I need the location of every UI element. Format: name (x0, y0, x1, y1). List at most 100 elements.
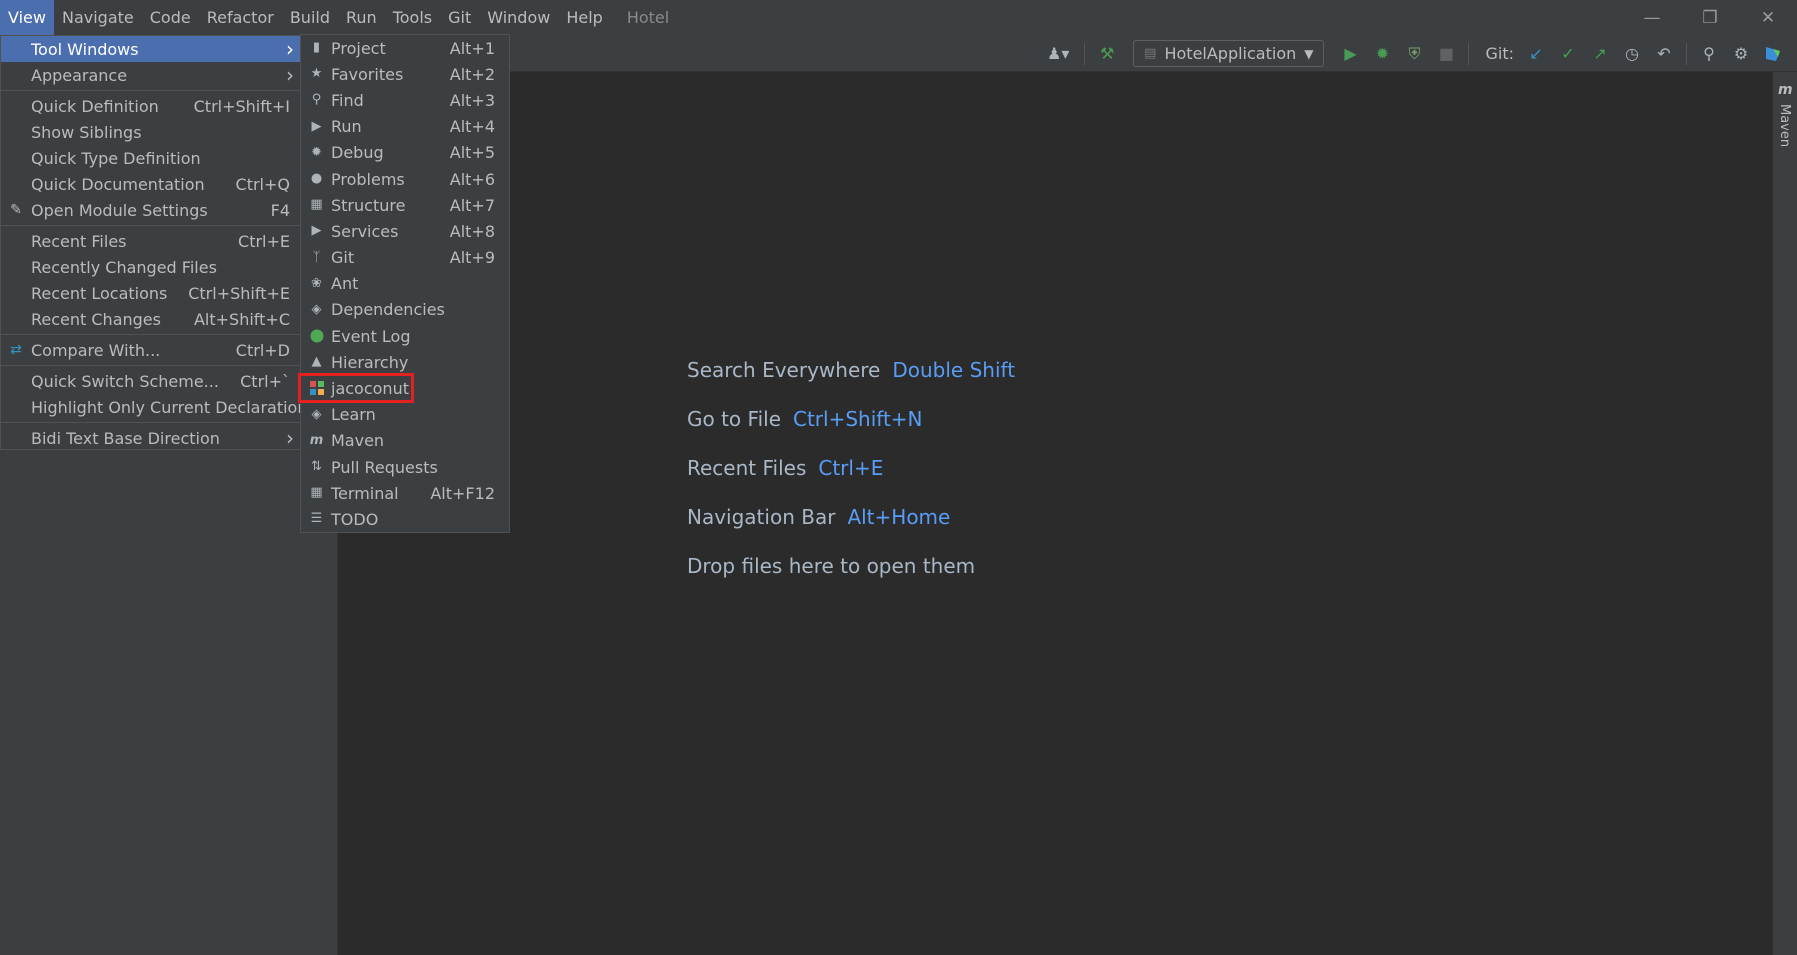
menu-item-label: TODO (331, 509, 379, 529)
view-menu-item-open-module-settings[interactable]: ✎ Open Module Settings F4 (1, 197, 300, 223)
hint-shortcut[interactable]: Double Shift (892, 358, 1015, 407)
tool-window-item-project[interactable]: ▮ Project Alt+1 (301, 35, 509, 61)
menu-separator (1, 422, 300, 423)
menu-item-label: Quick Documentation (31, 174, 205, 194)
menu-item-label: Dependencies (331, 300, 445, 320)
menu-item-label: Open Module Settings (31, 200, 208, 220)
tool-window-item-todo[interactable]: ☰ TODO (301, 506, 509, 532)
run-icon[interactable]: ▶ (1337, 41, 1363, 67)
view-menu-item-tool-windows[interactable]: Tool Windows › (1, 36, 300, 62)
menu-item-shortcut: Ctrl+` (240, 371, 290, 391)
menu-item-shortcut: Ctrl+Shift+E (188, 283, 290, 303)
tool-window-item-event-log[interactable]: Event Log (301, 323, 509, 349)
structure-icon: ▦ (310, 197, 323, 213)
layers-icon: ◈ (311, 301, 322, 317)
hint-shortcut[interactable]: Ctrl+Shift+N (793, 407, 923, 456)
menu-item-label: Show Siblings (31, 122, 142, 142)
maven-stripe-label[interactable]: Maven (1777, 104, 1792, 147)
menu-item-shortcut: Alt+3 (449, 90, 495, 110)
tool-window-item-debug[interactable]: ✹ Debug Alt+5 (301, 140, 509, 166)
hierarchy-icon: ▲ (311, 354, 322, 370)
hint-shortcut[interactable]: Ctrl+E (818, 456, 883, 505)
tool-window-item-jacoconut[interactable]: jacoconut (301, 375, 509, 401)
menu-git[interactable]: Git (440, 0, 479, 35)
coverage-icon[interactable]: ⛨ (1401, 41, 1427, 67)
tool-window-item-maven[interactable]: m Maven (301, 428, 509, 454)
run-configuration-select[interactable]: ▤ HotelApplication ▼ (1133, 40, 1325, 67)
hint-label: Navigation Bar (687, 505, 836, 529)
window-controls: — ❐ ✕ (1623, 0, 1797, 35)
plugin-logo-icon[interactable] (1760, 41, 1786, 67)
debug-icon[interactable]: ✹ (1369, 41, 1395, 67)
menu-tools[interactable]: Tools (385, 0, 440, 35)
view-menu-item-appearance[interactable]: Appearance › (1, 62, 300, 88)
view-menu-item-recently-changed-files[interactable]: Recently Changed Files (1, 254, 300, 280)
toolbar-separator (1686, 42, 1687, 65)
menu-item-shortcut: Alt+5 (449, 143, 495, 163)
view-menu-item-bidi-text-base-direction[interactable]: Bidi Text Base Direction › (1, 425, 300, 451)
menu-separator (1, 90, 300, 91)
tool-window-item-find[interactable]: ⚲ Find Alt+3 (301, 87, 509, 113)
tool-window-item-problems[interactable]: ● Problems Alt+6 (301, 166, 509, 192)
folder-icon: ▮ (312, 40, 321, 55)
menu-refactor[interactable]: Refactor (199, 0, 282, 35)
tool-window-item-terminal[interactable]: ▦ Terminal Alt+F12 (301, 480, 509, 506)
git-commit-icon[interactable]: ✓ (1555, 41, 1581, 67)
view-menu-item-recent-changes[interactable]: Recent Changes Alt+Shift+C (1, 306, 300, 332)
menu-build[interactable]: Build (282, 0, 338, 35)
menu-item-label: Recent Locations (31, 283, 168, 303)
stop-icon[interactable]: ■ (1433, 41, 1459, 67)
list-icon: ☰ (310, 511, 323, 527)
tool-window-item-run[interactable]: ▶ Run Alt+4 (301, 114, 509, 140)
tool-window-item-pull-requests[interactable]: ⇅ Pull Requests (301, 454, 509, 480)
history-icon[interactable]: ◷ (1619, 41, 1645, 67)
tool-window-item-git[interactable]: ᛉ Git Alt+9 (301, 245, 509, 271)
git-update-icon[interactable]: ↙ (1523, 41, 1549, 67)
git-push-icon[interactable]: ↗ (1587, 41, 1613, 67)
view-menu-item-recent-locations[interactable]: Recent Locations Ctrl+Shift+E (1, 280, 300, 306)
tool-window-item-favorites[interactable]: ★ Favorites Alt+2 (301, 61, 509, 87)
view-menu-item-highlight-only-current-declaration[interactable]: Highlight Only Current Declaration (1, 394, 307, 420)
restore-icon[interactable]: ❐ (1681, 0, 1739, 35)
build-hammer-icon[interactable]: ⚒ (1094, 41, 1120, 67)
tool-window-item-services[interactable]: ▶ Services Alt+8 (301, 218, 509, 244)
star-icon: ★ (310, 66, 323, 82)
tool-window-item-dependencies[interactable]: ◈ Dependencies (301, 297, 509, 323)
view-menu-item-quick-switch-scheme[interactable]: Quick Switch Scheme... Ctrl+` (1, 368, 300, 394)
view-menu-item-show-siblings[interactable]: Show Siblings (1, 119, 300, 145)
view-menu-item-quick-documentation[interactable]: Quick Documentation Ctrl+Q (1, 171, 300, 197)
menu-separator (1, 365, 300, 366)
hint-shortcut[interactable]: Alt+Home (847, 505, 950, 554)
view-menu-item-quick-definition[interactable]: Quick Definition Ctrl+Shift+I (1, 93, 300, 119)
menu-item-label: Quick Switch Scheme... (31, 371, 219, 391)
menu-item-shortcut: Ctrl+D (235, 340, 290, 360)
tool-window-item-structure[interactable]: ▦ Structure Alt+7 (301, 192, 509, 218)
menu-run[interactable]: Run (338, 0, 385, 35)
menu-code[interactable]: Code (142, 0, 199, 35)
menu-item-label: Quick Definition (31, 96, 159, 116)
tool-window-item-hierarchy[interactable]: ▲ Hierarchy (301, 349, 509, 375)
menu-item-label: Compare With... (31, 340, 161, 360)
minimize-icon[interactable]: — (1623, 0, 1681, 35)
maven-icon[interactable]: m (1778, 82, 1793, 98)
search-icon[interactable]: ⚲ (1696, 41, 1722, 67)
view-menu-item-compare-with[interactable]: ⇄ Compare With... Ctrl+D (1, 337, 300, 363)
user-icon[interactable]: ♟▾ (1041, 41, 1075, 67)
run-config-label: HotelApplication (1164, 44, 1297, 63)
menu-help[interactable]: Help (558, 0, 610, 35)
menu-view[interactable]: View (0, 0, 54, 35)
settings-gear-icon[interactable]: ⚙ (1728, 41, 1754, 67)
view-menu-item-quick-type-definition[interactable]: Quick Type Definition (1, 145, 300, 171)
menu-item-label: Recent Changes (31, 309, 161, 329)
menu-item-label: Pull Requests (331, 457, 438, 477)
rollback-icon[interactable]: ↶ (1651, 41, 1677, 67)
menu-window[interactable]: Window (479, 0, 558, 35)
pencil-icon: ✎ (10, 202, 22, 218)
tool-window-item-learn[interactable]: ◈ Learn (301, 402, 509, 428)
menu-item-label: Bidi Text Base Direction (31, 428, 220, 448)
close-icon[interactable]: ✕ (1739, 0, 1797, 35)
event-log-icon (309, 328, 324, 343)
view-menu-item-recent-files[interactable]: Recent Files Ctrl+E (1, 228, 300, 254)
tool-window-item-ant[interactable]: ❀ Ant (301, 271, 509, 297)
menu-navigate[interactable]: Navigate (54, 0, 142, 35)
